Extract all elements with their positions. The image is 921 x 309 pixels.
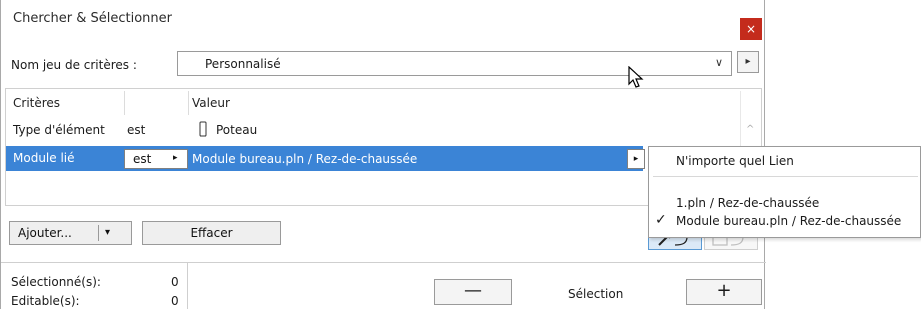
column-divider: [124, 91, 125, 115]
criteria-set-dropdown[interactable]: Personnalisé ∨: [177, 51, 732, 76]
criteria-set-label: Nom jeu de critères :: [11, 58, 137, 72]
editable-count-label: Editable(s):: [11, 294, 80, 308]
menu-separator: [653, 176, 918, 177]
row-criterion: Type d'élément: [13, 123, 105, 137]
column-icon: [198, 121, 208, 139]
column-divider: [188, 91, 189, 115]
checkmark-icon: ✓: [655, 212, 667, 228]
divider: [1, 262, 766, 263]
menu-item-link-1[interactable]: 1.pln / Rez-de-chaussée: [676, 196, 819, 210]
remove-from-selection-button[interactable]: —: [434, 279, 512, 305]
add-button-label: Ajouter...: [18, 226, 72, 240]
operator-value: est: [133, 152, 152, 166]
chevron-down-icon: ∨: [714, 56, 723, 69]
divider: [187, 263, 188, 309]
row-value: Poteau: [216, 123, 258, 137]
value-popup-menu: N'importe quel Lien 1.pln / Rez-de-chaus…: [648, 146, 921, 238]
value-dropdown-button[interactable]: ▸: [627, 149, 645, 169]
divider: [98, 225, 99, 241]
row-value: Module bureau.pln / Rez-de-chaussée: [192, 152, 418, 166]
selected-count-value: 0: [171, 275, 179, 289]
row-operator: est: [127, 123, 146, 137]
add-to-selection-button[interactable]: +: [686, 279, 762, 305]
header-value: Valeur: [192, 96, 230, 110]
editable-count-value: 0: [171, 294, 179, 308]
selection-label: Sélection: [568, 287, 624, 301]
menu-item-any-link[interactable]: N'importe quel Lien: [676, 154, 794, 168]
clear-button[interactable]: Effacer: [142, 221, 281, 245]
scroll-up-icon[interactable]: ^: [746, 124, 754, 135]
add-button[interactable]: Ajouter... ▾: [9, 221, 132, 245]
row-criterion: Module lié: [13, 151, 75, 165]
criteria-set-value: Personnalisé: [205, 57, 281, 71]
criteria-set-menu-button[interactable]: ▸: [737, 51, 759, 73]
menu-item-link-2[interactable]: Module bureau.pln / Rez-de-chaussée: [676, 214, 901, 228]
close-button[interactable]: ×: [740, 18, 762, 40]
chevron-right-icon: ▸: [173, 153, 178, 163]
chevron-down-icon[interactable]: ▾: [105, 222, 110, 244]
dialog-title: Chercher & Sélectionner: [13, 11, 172, 26]
operator-dropdown[interactable]: est ▸: [124, 149, 188, 169]
header-criteria: Critères: [13, 96, 61, 110]
selected-count-label: Sélectionné(s):: [11, 275, 101, 289]
table-row[interactable]: Type d'élément est Poteau: [6, 118, 739, 143]
mouse-pointer-icon: [627, 65, 647, 88]
